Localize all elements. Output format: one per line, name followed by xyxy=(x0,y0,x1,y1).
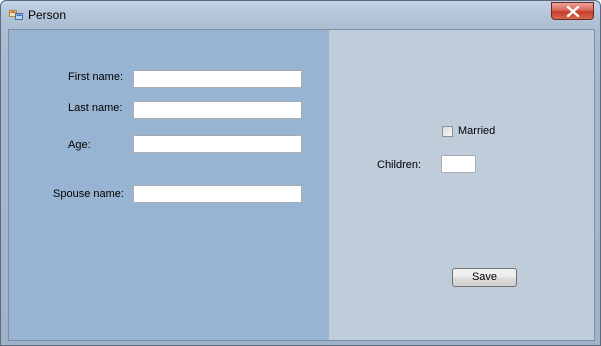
married-label[interactable]: Married xyxy=(458,125,495,137)
close-icon xyxy=(566,6,580,17)
married-checkbox[interactable] xyxy=(442,126,453,137)
close-button[interactable] xyxy=(551,2,594,20)
age-field[interactable] xyxy=(133,135,302,153)
person-window: Person First name: Last name: Age: Spous… xyxy=(0,0,601,346)
title-bar[interactable]: Person xyxy=(1,1,600,28)
first-name-field[interactable] xyxy=(133,70,302,88)
age-label: Age: xyxy=(68,139,91,151)
family-info-panel: Married Children: Save xyxy=(329,30,594,340)
save-button[interactable]: Save xyxy=(452,268,517,287)
children-field[interactable] xyxy=(441,155,476,173)
spouse-name-field[interactable] xyxy=(133,185,302,203)
personal-info-panel: First name: Last name: Age: Spouse name: xyxy=(9,30,329,340)
children-label: Children: xyxy=(377,159,422,171)
last-name-field[interactable] xyxy=(133,101,302,119)
form-icon xyxy=(9,8,23,20)
first-name-label: First name: xyxy=(68,71,124,83)
form-client-area: First name: Last name: Age: Spouse name:… xyxy=(8,29,595,341)
spouse-name-label: Spouse name: xyxy=(53,188,124,200)
window-title: Person xyxy=(28,8,67,22)
last-name-label: Last name: xyxy=(68,102,123,114)
